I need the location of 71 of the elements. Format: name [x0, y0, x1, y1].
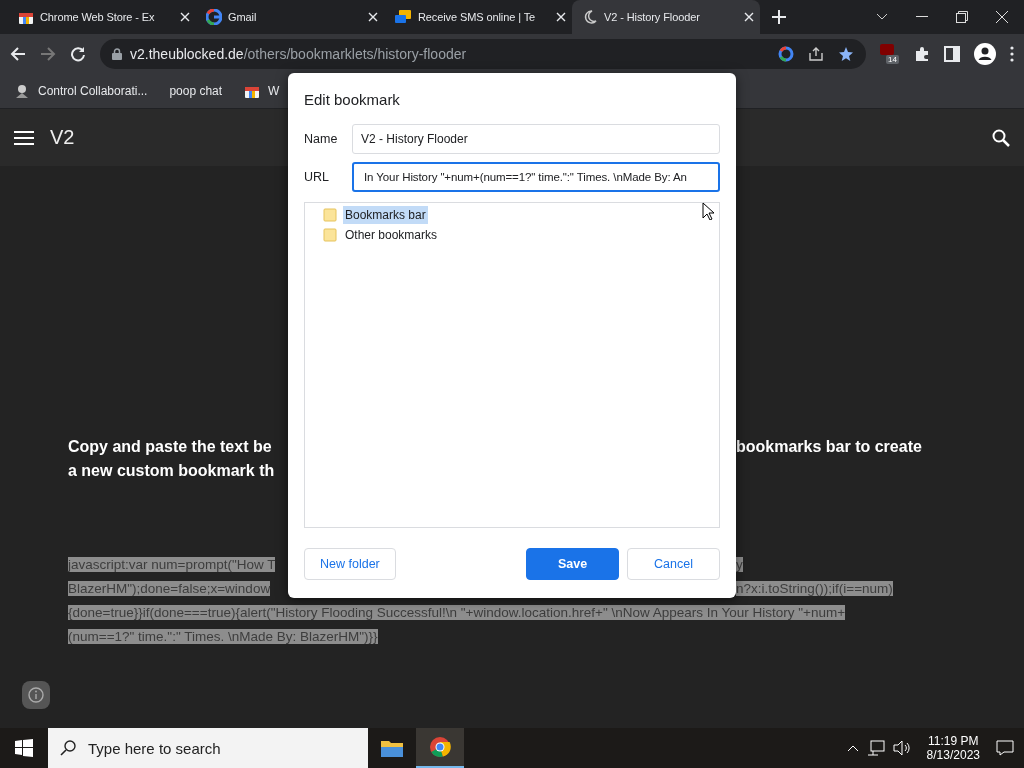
cursor-icon — [702, 202, 714, 220]
code-text: n?x:i.toString());if(i==num) — [736, 580, 893, 596]
close-icon[interactable] — [180, 12, 190, 22]
forward-icon — [40, 46, 56, 62]
new-tab-icon[interactable] — [772, 10, 786, 24]
chevron-up-icon[interactable] — [846, 744, 859, 752]
search-icon[interactable] — [992, 128, 1010, 147]
dialog-button[interactable]: Save — [526, 548, 619, 580]
text-field[interactable]: V2 - History Flooder — [352, 124, 720, 154]
folder-icon — [323, 208, 337, 222]
clock-date[interactable]: 8/13/2023 — [926, 748, 980, 762]
folder-icon[interactable] — [381, 739, 403, 757]
bookmark[interactable]: W — [244, 83, 280, 99]
bookmark[interactable]: poop chat — [169, 84, 223, 98]
google-icon — [206, 9, 222, 25]
back-icon[interactable] — [10, 46, 26, 62]
profile-icon[interactable] — [974, 43, 996, 65]
sidebar-icon[interactable] — [944, 46, 960, 62]
extension-badge: 14 — [886, 55, 899, 64]
chat-icon — [394, 9, 412, 25]
browser-tab[interactable]: Gmail — [196, 0, 384, 34]
chrome-icon[interactable] — [429, 736, 451, 758]
code-text: BlazerHM");done=false;x=window — [68, 580, 271, 596]
field-label: Name — [304, 132, 339, 146]
menu-icon[interactable] — [1010, 46, 1014, 62]
browser-tab[interactable]: Receive SMS online | Te — [384, 0, 572, 34]
folder-item[interactable]: Other bookmarks — [343, 226, 440, 244]
info-button[interactable] — [22, 681, 50, 709]
logo-icon — [14, 83, 30, 99]
close-icon[interactable] — [744, 12, 754, 22]
browser-tab[interactable]: Chrome Web Store - Ex — [8, 0, 196, 34]
menu-icon[interactable] — [14, 129, 34, 146]
instruction-text: a new custom bookmark th — [68, 462, 276, 481]
close-icon[interactable] — [368, 12, 378, 22]
restore-icon[interactable] — [956, 11, 968, 23]
minimize-icon[interactable] — [916, 16, 928, 18]
close-icon[interactable] — [556, 12, 566, 22]
browser-tab[interactable]: V2 - History Flooder — [572, 0, 760, 34]
network-icon[interactable] — [866, 740, 885, 756]
search-icon — [60, 740, 76, 756]
star-icon[interactable] — [838, 46, 854, 62]
address-bar[interactable]: v2.theublocked.de/others/bookmarklets/history-flooder — [100, 39, 866, 69]
url-text: v2.theublocked.de/others/bookmarklets/history-flooder — [130, 46, 467, 62]
chevron-down-icon[interactable] — [876, 13, 888, 21]
puzzle-icon[interactable] — [914, 46, 930, 62]
dialog-button[interactable]: New folder — [304, 548, 396, 580]
lock-icon — [112, 48, 122, 60]
folder-icon — [323, 228, 337, 242]
instruction-text: bookmarks bar to create — [736, 438, 922, 457]
volume-icon[interactable] — [892, 740, 911, 756]
taskbar-search[interactable]: Type here to search — [48, 728, 368, 768]
notification-icon[interactable] — [996, 740, 1014, 756]
code-text: {done=true}}if(done===true){alert("History Flooding Successful!\n "+window.location.href+" \nNow Appears In Your History "+num+ — [68, 604, 846, 620]
bookmark[interactable]: Control Collaborati... — [14, 83, 148, 99]
site-title: V2 — [50, 126, 75, 149]
dialog-button[interactable]: Cancel — [627, 548, 720, 580]
folder-item[interactable]: Bookmarks bar — [343, 206, 428, 224]
windows-icon[interactable] — [15, 739, 33, 757]
code-text: (num==1?" time.":" Times. \nMade By: BlazerHM")}} — [68, 628, 378, 644]
info-icon — [28, 687, 44, 703]
moon-icon — [582, 9, 598, 25]
code-text: y — [736, 556, 743, 572]
text-field[interactable]: In Your History "+num+(num==1?" time.":" Times. \nMade By: An — [352, 162, 720, 192]
close-icon[interactable] — [996, 11, 1008, 23]
reload-icon[interactable] — [70, 46, 86, 62]
share-icon[interactable] — [808, 46, 824, 62]
instruction-text: Copy and paste the text be — [68, 438, 273, 457]
google-icon[interactable] — [778, 46, 794, 62]
clock-time[interactable]: 11:19 PM — [928, 734, 979, 748]
dialog-title: Edit bookmark — [304, 91, 401, 108]
field-label: URL — [304, 170, 330, 184]
